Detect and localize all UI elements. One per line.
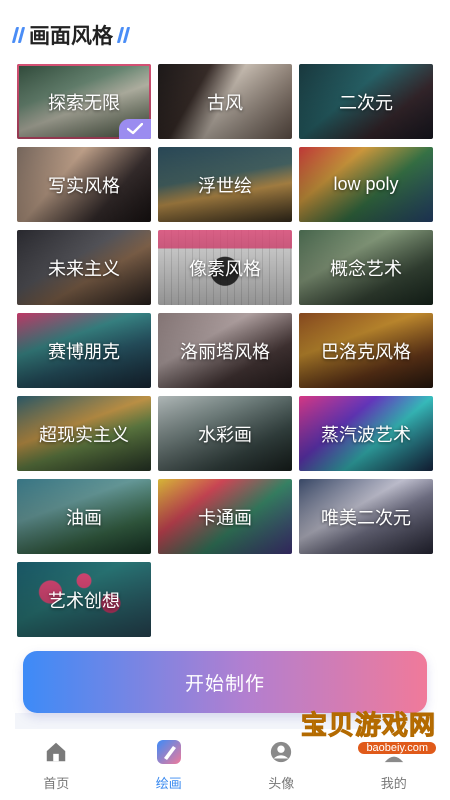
style-label: 水彩画 [198, 424, 252, 445]
style-label: 巴洛克风格 [321, 341, 411, 362]
style-tile-baroque[interactable]: 巴洛克风格 [299, 313, 433, 388]
style-tile-lolita[interactable]: 洛丽塔风格 [158, 313, 292, 388]
style-tile-cartoon[interactable]: 卡通画 [158, 479, 292, 554]
style-label: 唯美二次元 [321, 507, 411, 528]
style-tile-realistic[interactable]: 写实风格 [17, 147, 151, 222]
tab-home[interactable]: 首页 [0, 729, 113, 800]
style-tile-aesthetic-anime[interactable]: 唯美二次元 [299, 479, 433, 554]
style-label: 概念艺术 [330, 258, 402, 279]
style-label: 艺术创想 [48, 590, 120, 611]
paint-brush-icon [156, 739, 182, 765]
style-label: 蒸汽波艺术 [321, 424, 411, 445]
style-label: low poly [333, 174, 399, 194]
style-label: 古风 [207, 92, 243, 113]
style-label: 写实风格 [48, 175, 120, 196]
style-label: 浮世绘 [198, 175, 252, 196]
style-tile-concept-art[interactable]: 概念艺术 [299, 230, 433, 305]
style-label: 二次元 [339, 92, 393, 113]
home-icon [43, 739, 69, 765]
start-create-button[interactable]: 开始制作 [23, 651, 427, 713]
tab-label: 我的 [380, 776, 407, 791]
style-tile-oil-painting[interactable]: 油画 [17, 479, 151, 554]
style-tile-ancient[interactable]: 古风 [158, 64, 292, 139]
style-tile-ukiyoe[interactable]: 浮世绘 [158, 147, 292, 222]
style-tile-art-idea[interactable]: 艺术创想 [17, 562, 151, 637]
style-tile-watercolor[interactable]: 水彩画 [158, 396, 292, 471]
style-tile-futurism[interactable]: 未来主义 [17, 230, 151, 305]
tab-label: 头像 [268, 776, 295, 791]
section-header: 画面风格 [11, 20, 131, 50]
watermark-logo: 宝贝游戏网 [300, 711, 436, 742]
style-label: 未来主义 [48, 258, 120, 279]
style-tile-explore[interactable]: 探索无限 [17, 64, 151, 139]
start-create-label: 开始制作 [184, 673, 265, 695]
watermark: 宝贝游戏网 baobeiy.com [300, 705, 436, 754]
style-tile-anime[interactable]: 二次元 [299, 64, 433, 139]
tab-paint[interactable]: 绘画 [113, 729, 226, 800]
style-tile-cyberpunk[interactable]: 赛博朋克 [17, 313, 151, 388]
style-tile-pixel[interactable]: 像素风格 [158, 230, 292, 305]
style-label: 油画 [66, 507, 102, 528]
style-label: 像素风格 [189, 258, 261, 279]
avatar-icon [268, 739, 294, 765]
style-label: 卡通画 [198, 507, 252, 528]
checkmark-icon [119, 119, 151, 139]
title-decoration [11, 27, 26, 43]
tab-label: 绘画 [155, 776, 182, 791]
style-label: 赛博朋克 [48, 341, 120, 362]
watermark-url: baobeiy.com [358, 742, 436, 754]
section-title: 画面风格 [29, 25, 113, 48]
style-label: 洛丽塔风格 [180, 341, 270, 362]
title-decoration [116, 27, 131, 43]
style-tile-low-poly[interactable]: low poly [299, 147, 433, 222]
tab-label: 首页 [43, 776, 70, 791]
style-grid: 探索无限 古风 二次元 写实风格 浮世绘 low poly 未来主义 像素风格 … [17, 64, 433, 637]
style-tile-surrealism[interactable]: 超现实主义 [17, 396, 151, 471]
style-label: 超现实主义 [39, 424, 129, 445]
style-tile-vaporwave[interactable]: 蒸汽波艺术 [299, 396, 433, 471]
